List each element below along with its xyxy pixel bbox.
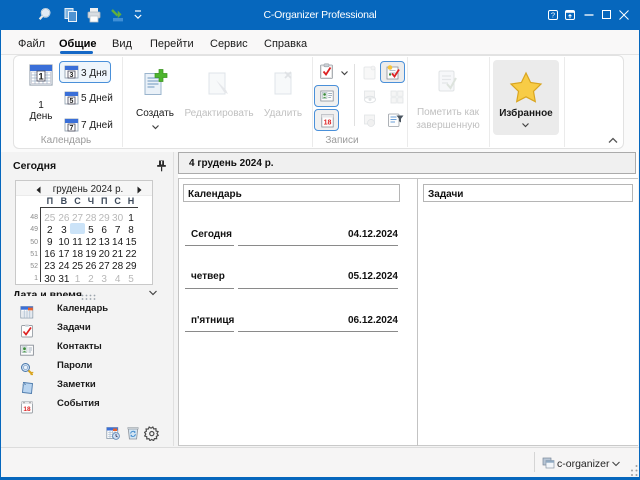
svg-text:18: 18 (324, 120, 332, 127)
svg-text:7: 7 (70, 125, 74, 132)
svg-text:3: 3 (70, 72, 74, 79)
svg-text:1: 1 (38, 72, 44, 83)
svg-text:5: 5 (70, 98, 74, 105)
svg-text:18: 18 (23, 406, 31, 413)
svg-text:?: ? (551, 11, 555, 20)
